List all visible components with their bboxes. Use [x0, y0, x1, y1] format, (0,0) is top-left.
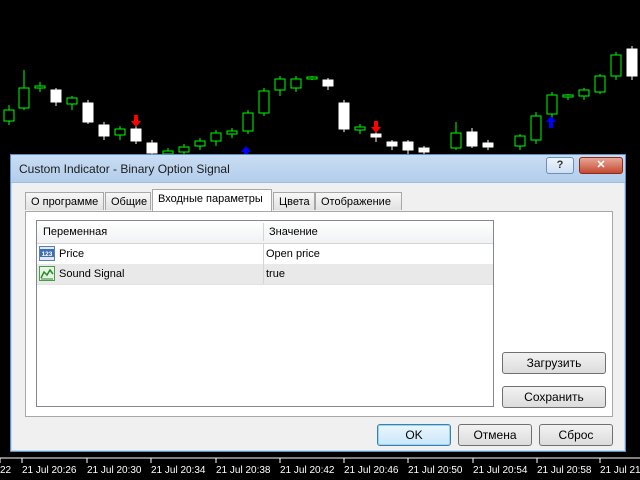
time-tick-label: 21 Jul 20:30	[87, 465, 142, 476]
bearish-candle	[98, 124, 110, 137]
number-123-icon: 123	[39, 246, 55, 261]
custom-indicator-dialog: Custom Indicator - Binary Option Signal …	[10, 154, 626, 452]
tab-colors[interactable]: Цвета	[273, 192, 315, 210]
bullish-candle	[514, 135, 526, 147]
time-axis: 22 21 Jul 20:26 21 Jul 20:30 21 Jul 20:3…	[0, 462, 640, 480]
bearish-candle	[418, 147, 430, 153]
param-name: Price	[59, 248, 85, 260]
load-button[interactable]: Загрузить	[502, 352, 606, 374]
bullish-candle	[306, 76, 318, 80]
time-tick-label: 21 Jul 20:26	[22, 465, 77, 476]
bearish-candle	[626, 48, 638, 77]
parameters-table: Переменная Значение 123 Price Open price	[36, 220, 494, 407]
bullish-candle	[354, 126, 366, 131]
bearish-candle	[338, 102, 350, 130]
close-button[interactable]: ✕	[579, 157, 623, 174]
param-value[interactable]: Open price	[266, 248, 320, 260]
time-tick-label: 21 Jul 20:46	[344, 465, 399, 476]
bullish-candle	[178, 146, 190, 153]
dialog-title: Custom Indicator - Binary Option Signal	[19, 162, 230, 176]
bullish-candle	[290, 78, 302, 89]
param-name: Sound Signal	[59, 268, 125, 280]
column-header-variable[interactable]: Переменная	[43, 226, 107, 238]
bullish-candle	[226, 130, 238, 135]
tab-common[interactable]: Общие	[105, 192, 151, 210]
column-header-value[interactable]: Значение	[269, 226, 318, 238]
bullish-candle	[610, 54, 622, 77]
bullish-candle	[450, 132, 462, 149]
bearish-candle	[370, 133, 382, 138]
time-tick-label: 21 Jul 20:38	[216, 465, 271, 476]
cancel-button[interactable]: Отмена	[458, 424, 532, 446]
bullish-candle	[34, 85, 46, 89]
bullish-candle	[274, 78, 286, 91]
column-divider[interactable]	[263, 223, 264, 241]
sound-signal-icon	[39, 266, 55, 281]
table-row[interactable]: Sound Signal true	[37, 264, 493, 285]
bullish-candle	[194, 140, 206, 147]
bullish-candle	[530, 115, 542, 141]
sell-arrow-icon	[131, 115, 141, 127]
bullish-candle	[114, 128, 126, 136]
bullish-candle	[3, 109, 15, 122]
bullish-candle	[594, 75, 606, 93]
buy-arrow-icon	[546, 116, 556, 128]
cell-divider	[263, 244, 264, 264]
tab-input-parameters[interactable]: Входные параметры	[152, 189, 272, 211]
ok-button[interactable]: OK	[377, 424, 451, 446]
bullish-candle	[578, 89, 590, 97]
dialog-titlebar[interactable]: Custom Indicator - Binary Option Signal …	[11, 155, 625, 183]
bearish-candle	[146, 142, 158, 154]
svg-text:123: 123	[42, 251, 53, 258]
time-tick-label: 21 Jul 20:50	[408, 465, 463, 476]
bullish-candle	[210, 132, 222, 142]
reset-button[interactable]: Сброс	[539, 424, 613, 446]
sell-arrow-icon	[371, 121, 381, 133]
bearish-candle	[322, 79, 334, 87]
bullish-candle	[258, 90, 270, 114]
time-tick-label: 21 Jul 20:58	[537, 465, 592, 476]
time-tick-label: 21 Jul 20:54	[473, 465, 528, 476]
cell-divider	[263, 264, 264, 284]
param-value[interactable]: true	[266, 268, 285, 280]
save-button[interactable]: Сохранить	[502, 386, 606, 408]
bullish-candle	[66, 97, 78, 105]
bearish-candle	[130, 128, 142, 142]
table-row[interactable]: 123 Price Open price	[37, 244, 493, 265]
bullish-candle	[546, 94, 558, 115]
time-tick-label: 22	[0, 465, 12, 476]
tab-visualization[interactable]: Отображение	[315, 192, 402, 210]
bearish-candle	[482, 142, 494, 148]
time-tick-label: 21 Jul 20:42	[280, 465, 335, 476]
tab-about[interactable]: О программе	[25, 192, 104, 210]
bullish-candle	[18, 87, 30, 109]
time-tick-label: 21 Jul 20:34	[151, 465, 206, 476]
bullish-candle	[562, 94, 574, 98]
bullish-candle	[242, 112, 254, 132]
bearish-candle	[50, 89, 62, 103]
input-parameters-panel: Переменная Значение 123 Price Open price	[25, 211, 613, 417]
help-button[interactable]: ?	[546, 157, 574, 174]
bearish-candle	[402, 141, 414, 151]
table-header: Переменная Значение	[37, 221, 493, 244]
time-tick-label: 21 Jul 21:02	[600, 465, 640, 476]
bearish-candle	[386, 141, 398, 147]
bearish-candle	[82, 102, 94, 123]
bearish-candle	[466, 131, 478, 147]
